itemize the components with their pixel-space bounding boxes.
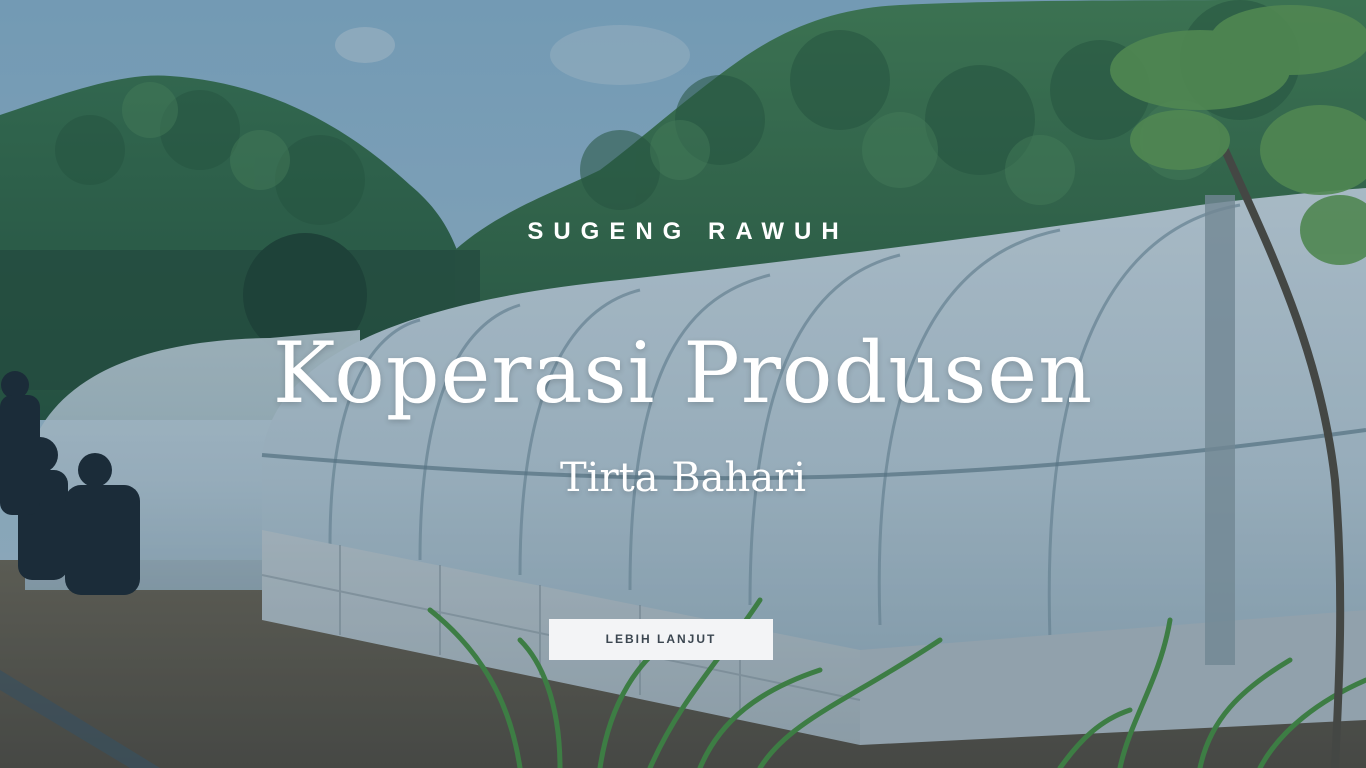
hero-title: Koperasi Produsen <box>272 324 1094 422</box>
hero-section: SUGENG RAWUH Koperasi Produsen Tirta Bah… <box>0 0 1366 768</box>
lebih-lanjut-button[interactable]: LEBIH LANJUT <box>549 619 773 660</box>
hero-subtitle: Tirta Bahari <box>560 455 806 501</box>
hero-eyebrow-text: SUGENG RAWUH <box>527 218 849 245</box>
